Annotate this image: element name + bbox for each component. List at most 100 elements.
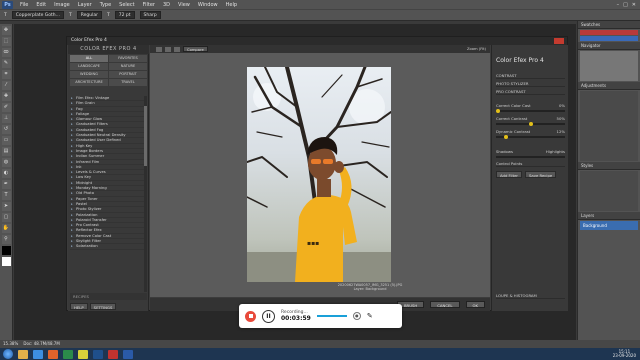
dynamic-contrast-slider[interactable] [496, 135, 565, 139]
category-architecture[interactable]: ARCHITECTURE [70, 79, 108, 86]
audio-level-bar [316, 315, 347, 317]
section-contrast[interactable]: CONTRAST [496, 73, 565, 79]
minimize-button[interactable]: – [617, 2, 620, 8]
help-button[interactable]: HELP [70, 303, 88, 310]
slider-knob[interactable] [504, 135, 508, 139]
slider-knob[interactable] [529, 122, 533, 126]
shape-tool-icon[interactable]: ▢ [1, 213, 11, 222]
recorder-taskbar-icon[interactable] [108, 349, 118, 359]
taskbar-clock[interactable]: 15:11 23-09-2020 [613, 349, 636, 359]
compare-button[interactable]: Compare [183, 46, 208, 52]
zoom-tool-icon[interactable]: ⚲ [1, 235, 11, 244]
split-view-icon[interactable] [165, 46, 171, 52]
close-button[interactable]: ✕ [632, 2, 636, 8]
explorer-icon[interactable] [18, 349, 28, 359]
color-cast-slider[interactable] [496, 109, 565, 113]
tab-layers[interactable]: Layers [578, 212, 640, 220]
recipes-header[interactable]: RECIPES [70, 293, 147, 300]
hand-tool-icon[interactable]: ✋ [1, 224, 11, 233]
category-favorites[interactable]: FAVORITES [109, 55, 147, 62]
eraser-tool-icon[interactable]: ▭ [1, 136, 11, 145]
type-tool-icon[interactable]: T [4, 13, 7, 18]
menu-view[interactable]: View [174, 2, 194, 8]
tab-swatches[interactable]: Swatches [578, 21, 640, 29]
tab-adjustments[interactable]: Adjustments [578, 82, 640, 90]
type-tool-icon[interactable]: T [1, 191, 11, 200]
firefox-icon[interactable] [48, 349, 58, 359]
foreground-color-swatch[interactable] [1, 246, 11, 255]
history-brush-icon[interactable]: ↺ [1, 125, 11, 134]
marquee-tool-icon[interactable]: ⬚ [1, 37, 11, 46]
brush-tool-icon[interactable]: ✐ [1, 103, 11, 112]
blur-tool-icon[interactable]: ◍ [1, 158, 11, 167]
lasso-tool-icon[interactable]: ꝏ [1, 48, 11, 57]
photoshop-taskbar-icon[interactable] [93, 349, 103, 359]
category-grid: ALL FAVORITES LANDSCAPE NATURE WEDDING P… [70, 55, 147, 86]
menu-filter[interactable]: Filter [139, 2, 159, 8]
category-travel[interactable]: TRAVEL [109, 79, 147, 86]
menu-help[interactable]: Help [222, 2, 241, 8]
add-filter-button[interactable]: Add Filter [496, 171, 522, 178]
zoom-select[interactable]: Zoom (Fit) [467, 47, 486, 51]
slider-knob[interactable] [496, 109, 500, 113]
quick-select-tool-icon[interactable]: ✎ [1, 59, 11, 68]
correct-contrast-slider[interactable] [496, 122, 565, 126]
side-by-side-icon[interactable] [174, 46, 180, 52]
menu-3d[interactable]: 3D [159, 2, 174, 8]
browser-icon[interactable] [33, 349, 43, 359]
shadows-highlights-slider[interactable] [496, 156, 565, 158]
category-portrait[interactable]: PORTRAIT [109, 71, 147, 78]
tab-navigator[interactable]: Navigator [578, 42, 640, 50]
start-button[interactable] [3, 349, 13, 359]
section-photo-stylizer[interactable]: PHOTO STYLIZER [496, 81, 565, 87]
save-recipe-button[interactable]: Save Recipe [524, 171, 557, 178]
category-all[interactable]: ALL [70, 55, 108, 62]
settings-button[interactable]: SETTINGS [89, 303, 117, 310]
font-family-select[interactable]: Copperplate Goth... [11, 11, 64, 19]
chrome-icon[interactable] [78, 349, 88, 359]
filter-scrollbar[interactable] [144, 96, 147, 292]
single-view-icon[interactable] [156, 46, 162, 52]
filter-item[interactable]: Solarization [70, 244, 144, 250]
pause-button[interactable]: II [262, 309, 275, 323]
tab-styles[interactable]: Styles [578, 162, 640, 170]
pen-icon[interactable]: ✎ [367, 312, 373, 320]
menu-file[interactable]: File [16, 2, 32, 8]
stop-record-button[interactable] [245, 310, 256, 322]
layer-row[interactable]: Background [580, 221, 638, 230]
path-select-icon[interactable]: ➤ [1, 202, 11, 211]
gradient-tool-icon[interactable]: ▤ [1, 147, 11, 156]
section-pro-contrast[interactable]: PRO CONTRAST [496, 89, 565, 95]
media-icon[interactable] [63, 349, 73, 359]
loupe-histogram-header[interactable]: LOUPE & HISTOGRAM [496, 293, 565, 299]
menu-window[interactable]: Window [194, 2, 222, 8]
stamp-tool-icon[interactable]: ⊥ [1, 114, 11, 123]
maximize-button[interactable]: □ [623, 2, 628, 8]
category-nature[interactable]: NATURE [109, 63, 147, 70]
dodge-tool-icon[interactable]: ◐ [1, 169, 11, 178]
cancel-button[interactable]: CANCEL [430, 301, 460, 308]
antialias-select[interactable]: Sharp [139, 11, 161, 19]
menu-select[interactable]: Select [115, 2, 138, 8]
move-tool-icon[interactable]: ✥ [1, 26, 11, 35]
category-wedding[interactable]: WEDDING [70, 71, 108, 78]
background-color-swatch[interactable] [1, 257, 11, 266]
crop-tool-icon[interactable]: ⌗ [1, 70, 11, 79]
menu-layer[interactable]: Layer [74, 2, 96, 8]
category-landscape[interactable]: LANDSCAPE [70, 63, 108, 70]
healing-tool-icon[interactable]: ✚ [1, 92, 11, 101]
menu-edit[interactable]: Edit [32, 2, 50, 8]
dialog-close-button[interactable] [554, 38, 564, 44]
menu-image[interactable]: Image [50, 2, 74, 8]
menu-type[interactable]: Type [96, 2, 115, 8]
font-size-input[interactable]: 72 pt [114, 11, 135, 19]
word-icon[interactable] [123, 349, 133, 359]
zoom-level[interactable]: 15.38% [3, 341, 18, 346]
font-style-select[interactable]: Regular [76, 11, 102, 19]
ok-button[interactable]: OK [465, 301, 485, 308]
eyedropper-tool-icon[interactable]: ⁄ [1, 81, 11, 90]
filter-scroll-thumb[interactable] [144, 106, 147, 166]
microphone-icon[interactable]: ● [352, 312, 361, 320]
pen-tool-icon[interactable]: ✒ [1, 180, 11, 189]
control-points-row[interactable]: Control Points [496, 161, 565, 167]
